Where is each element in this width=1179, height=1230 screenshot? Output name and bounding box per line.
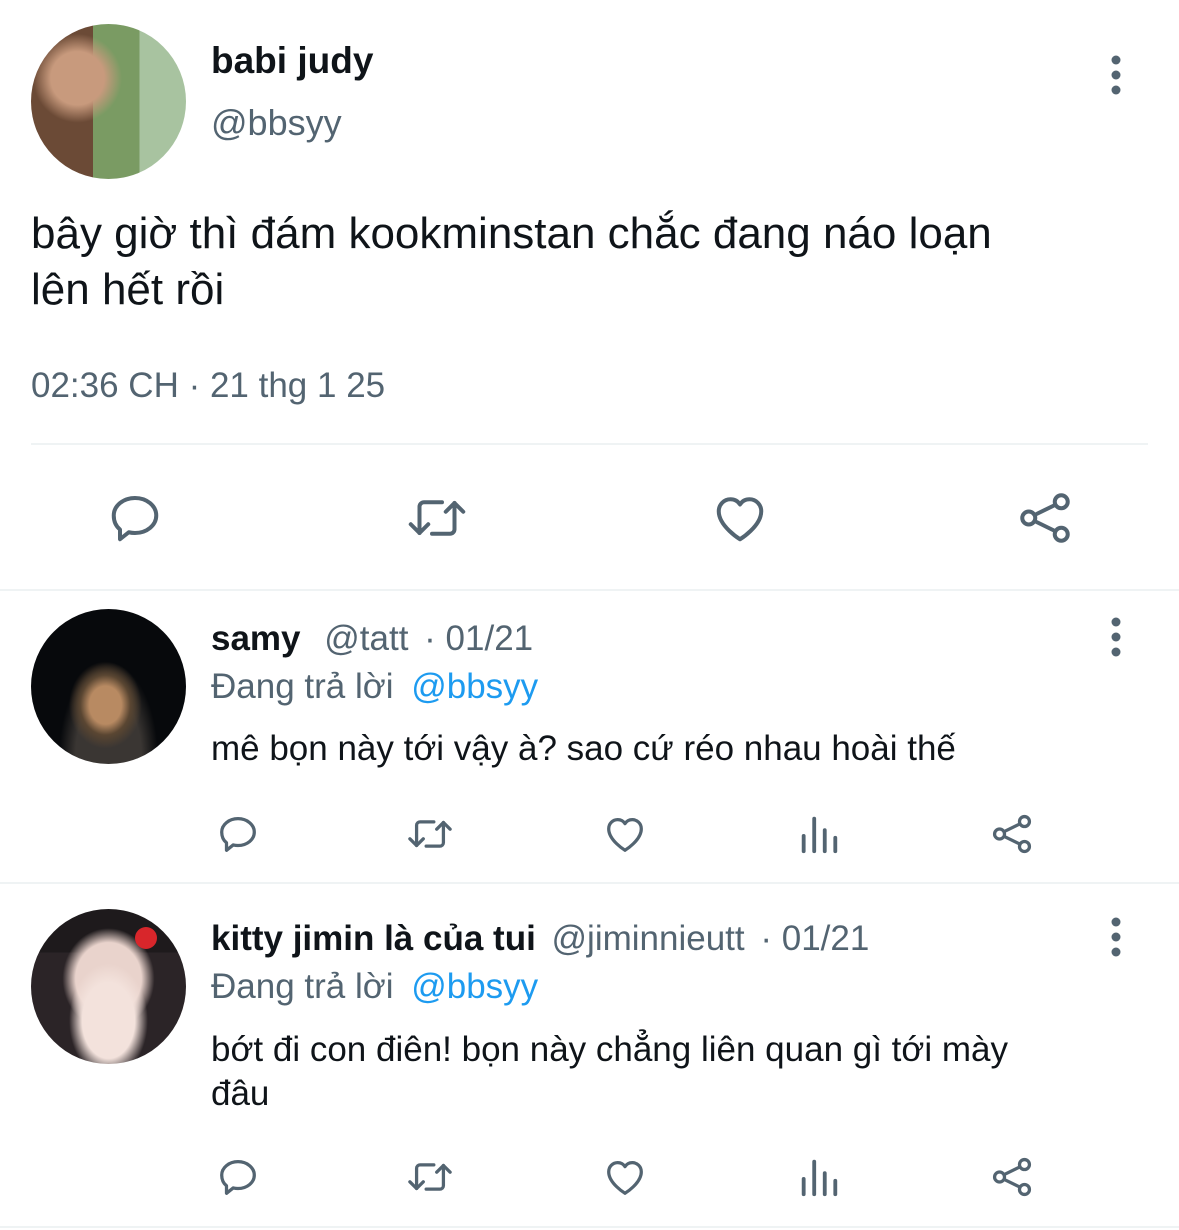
display-name[interactable]: babi judy <box>211 40 373 82</box>
more-icon[interactable] <box>1101 54 1131 96</box>
more-icon[interactable] <box>1101 916 1131 958</box>
divider <box>0 882 1179 884</box>
sticker-icon <box>135 927 157 949</box>
reply-header: samy @tatt · 01/21 <box>211 618 533 660</box>
reply-date[interactable]: · 01/21 <box>424 619 533 658</box>
replying-to-link[interactable]: @bbsyy <box>411 667 538 706</box>
avatar[interactable] <box>31 609 186 764</box>
display-name[interactable]: samy <box>211 619 301 658</box>
replying-to-label: Đang trả lời <box>211 667 394 706</box>
share-icon[interactable] <box>988 1154 1036 1200</box>
heart-icon[interactable] <box>709 488 771 548</box>
share-icon[interactable] <box>988 811 1036 857</box>
heart-icon[interactable] <box>600 811 650 857</box>
tweet-text-line: lên hết rồi <box>31 265 225 314</box>
tweet-timestamp[interactable]: 02:36 CH · 21 thg 1 25 <box>31 365 385 407</box>
handle[interactable]: @bbsyy <box>211 102 342 144</box>
more-icon[interactable] <box>1101 616 1131 658</box>
heart-icon[interactable] <box>600 1154 650 1200</box>
replying-to-label: Đang trả lời <box>211 967 394 1006</box>
reply-icon[interactable] <box>214 1154 262 1200</box>
handle[interactable]: @jiminnieutt <box>552 919 745 958</box>
retweet-icon[interactable] <box>403 811 457 857</box>
divider <box>31 443 1148 445</box>
avatar[interactable] <box>31 909 186 1064</box>
reply-date[interactable]: · 01/21 <box>760 919 869 958</box>
reply-text-line: bớt đi con điên! bọn này chẳng liên quan… <box>211 1030 1008 1069</box>
display-name[interactable]: kitty jimin là của tui <box>211 919 536 958</box>
divider <box>0 589 1179 591</box>
avatar[interactable] <box>31 24 186 179</box>
reply-icon[interactable] <box>214 811 262 857</box>
reply-icon[interactable] <box>105 488 165 548</box>
replying-to: Đang trả lời @bbsyy <box>211 666 538 708</box>
tweet-text-line: bây giờ thì đám kookminstan chắc đang ná… <box>31 209 992 258</box>
share-icon[interactable] <box>1014 488 1076 548</box>
handle[interactable]: @tatt <box>324 619 408 658</box>
views-icon[interactable] <box>797 1154 841 1200</box>
views-icon[interactable] <box>797 811 841 857</box>
reply-text-line: đâu <box>211 1074 270 1113</box>
reply-header: kitty jimin là của tui @jiminnieutt · 01… <box>211 918 869 960</box>
retweet-icon[interactable] <box>404 488 470 548</box>
replying-to: Đang trả lời @bbsyy <box>211 966 538 1008</box>
divider <box>0 1226 1179 1228</box>
reply-text-line: mê bọn này tới vậy à? sao cứ réo nhau ho… <box>211 729 956 768</box>
replying-to-link[interactable]: @bbsyy <box>411 967 538 1006</box>
retweet-icon[interactable] <box>403 1154 457 1200</box>
